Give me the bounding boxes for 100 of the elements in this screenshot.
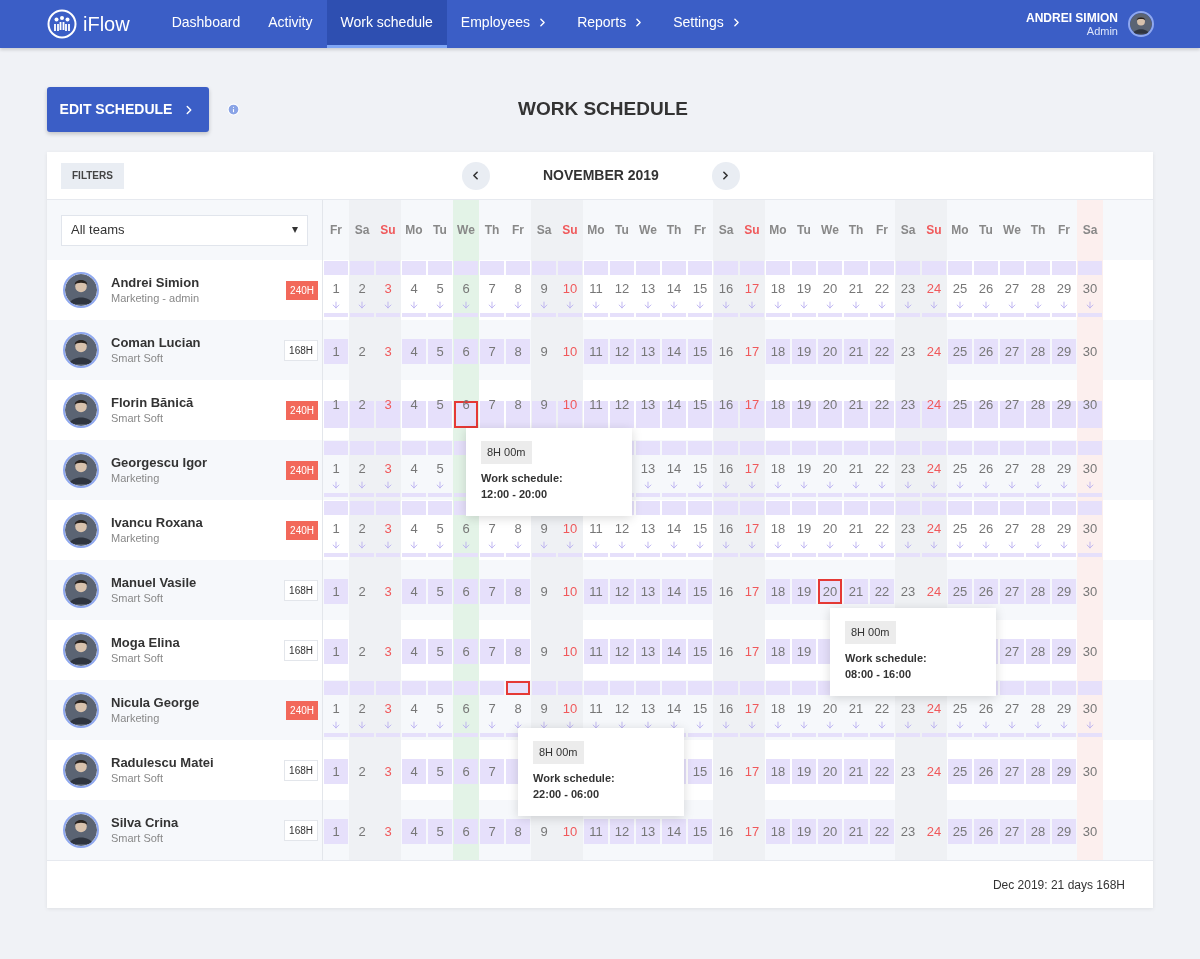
shift-block[interactable]: 2 (350, 339, 374, 364)
shift-block[interactable]: 2 (350, 639, 374, 664)
shift-block[interactable]: 3 (376, 401, 400, 428)
shift-block[interactable]: 9 (532, 401, 556, 428)
employee-name[interactable]: Florin Bănică (111, 395, 194, 411)
shift-block[interactable]: 7 (480, 819, 504, 844)
shift-block[interactable]: 7 (480, 339, 504, 364)
shift-block[interactable]: 23 (896, 401, 920, 428)
shift-block[interactable]: 2 (350, 401, 374, 428)
shift-block[interactable]: 12 (610, 401, 634, 428)
shift-block[interactable]: 18 (766, 401, 790, 428)
shift-block[interactable]: 1 (324, 639, 348, 664)
employee-name[interactable]: Andrei Simion (111, 275, 200, 291)
shift-block[interactable]: 4 (402, 339, 426, 364)
shift-block[interactable]: 7 (480, 759, 504, 784)
shift-block[interactable]: 11 (584, 339, 608, 364)
previous-month-button[interactable] (461, 161, 490, 190)
employee-name[interactable]: Moga Elina (111, 635, 180, 651)
shift-block[interactable]: 22 (870, 401, 894, 428)
shift-block[interactable]: 5 (428, 401, 452, 428)
shift-block[interactable]: 6 (454, 339, 478, 364)
shift-block[interactable]: 4 (402, 639, 426, 664)
shift-block[interactable]: 5 (428, 639, 452, 664)
employee-name[interactable]: Georgescu Igor (111, 455, 208, 471)
shift-block[interactable]: 9 (532, 579, 556, 604)
nav-tab[interactable]: Settings (659, 0, 757, 48)
shift-block[interactable]: 10 (558, 401, 582, 428)
shift-block[interactable]: 2 (350, 759, 374, 784)
shift-block[interactable]: 16 (714, 401, 738, 428)
shift-block[interactable]: 27 (1000, 401, 1024, 428)
shift-block[interactable]: 29 (1052, 401, 1076, 428)
shift-block[interactable]: 7 (480, 401, 504, 428)
shift-block[interactable]: 7 (480, 639, 504, 664)
nav-tab[interactable]: Reports (563, 0, 660, 48)
employee-name[interactable]: Radulescu Matei (111, 755, 214, 771)
shift-block[interactable]: 9 (532, 639, 556, 664)
shift-block[interactable] (506, 681, 530, 695)
shift-block[interactable]: 1 (324, 579, 348, 604)
shift-block[interactable]: 11 (584, 819, 608, 844)
shift-block[interactable]: 20 (818, 401, 842, 428)
shift-block[interactable]: 3 (376, 339, 400, 364)
employee-name[interactable]: Ivancu Roxana (111, 515, 203, 531)
shift-block[interactable]: 3 (376, 819, 400, 844)
shift-block[interactable]: 3 (376, 579, 400, 604)
shift-block[interactable]: 8 (506, 579, 530, 604)
shift-block[interactable]: 15 (688, 401, 712, 428)
shift-block[interactable]: 3 (376, 759, 400, 784)
shift-block[interactable]: 30 (1078, 401, 1102, 428)
shift-block[interactable]: 5 (428, 759, 452, 784)
nav-tab[interactable]: Work schedule (326, 0, 447, 48)
employee-name[interactable]: Manuel Vasile (111, 575, 197, 591)
info-icon[interactable] (227, 103, 240, 116)
brand-name[interactable]: iFlow (83, 9, 130, 39)
employee-name[interactable]: Coman Lucian (111, 335, 201, 351)
shift-block[interactable]: 5 (428, 579, 452, 604)
shift-block[interactable]: 8 (506, 339, 530, 364)
team-select[interactable]: All teams (61, 214, 308, 246)
shift-block[interactable]: 1 (324, 819, 348, 844)
edit-schedule-button[interactable]: EDIT SCHEDULE (47, 87, 209, 132)
shift-block[interactable]: 7 (480, 579, 504, 604)
shift-block[interactable]: 8 (506, 639, 530, 664)
shift-block[interactable]: 9 (532, 819, 556, 844)
nav-tab[interactable]: Employees (446, 0, 564, 48)
shift-block[interactable]: 14 (662, 401, 686, 428)
shift-block[interactable]: 21 (844, 401, 868, 428)
shift-block[interactable]: 4 (402, 759, 426, 784)
shift-block[interactable]: 6 (454, 759, 478, 784)
nav-tab[interactable]: Activity (254, 0, 327, 48)
shift-block[interactable]: 1 (324, 339, 348, 364)
shift-block[interactable]: 4 (402, 579, 426, 604)
shift-block[interactable]: 5 (428, 819, 452, 844)
user-name[interactable]: ANDREI SIMION (1026, 10, 1118, 25)
shift-block[interactable]: 8 (506, 819, 530, 844)
next-month-button[interactable] (711, 161, 740, 190)
shift-block[interactable]: 25 (948, 401, 972, 428)
shift-block[interactable]: 4 (402, 819, 426, 844)
shift-block[interactable]: 24 (922, 401, 946, 428)
shift-block[interactable]: 6 (454, 819, 478, 844)
shift-block[interactable]: 4 (402, 401, 426, 428)
employee-name[interactable]: Silva Crina (111, 815, 179, 831)
shift-block[interactable]: 2 (350, 819, 374, 844)
shift-block[interactable]: 6 (454, 639, 478, 664)
employee-name[interactable]: Nicula George (111, 695, 200, 711)
shift-block[interactable]: 17 (740, 401, 764, 428)
shift-block[interactable]: 8 (506, 401, 530, 428)
filters-button[interactable]: FILTERS (61, 162, 124, 189)
shift-block[interactable]: 1 (324, 759, 348, 784)
shift-block[interactable]: 13 (636, 401, 660, 428)
shift-block[interactable]: 5 (428, 339, 452, 364)
shift-block[interactable]: 11 (584, 639, 608, 664)
shift-block[interactable]: 1 (324, 401, 348, 428)
shift-block[interactable]: 28 (1026, 401, 1050, 428)
shift-block[interactable]: 3 (376, 639, 400, 664)
shift-block[interactable]: 11 (584, 579, 608, 604)
nav-tab[interactable]: Dashboard (157, 0, 255, 48)
shift-block[interactable]: 19 (792, 401, 816, 428)
shift-block[interactable]: 11 (584, 401, 608, 428)
shift-block[interactable]: 2 (350, 579, 374, 604)
shift-block[interactable]: 26 (974, 401, 998, 428)
shift-block[interactable]: 6 (454, 579, 478, 604)
